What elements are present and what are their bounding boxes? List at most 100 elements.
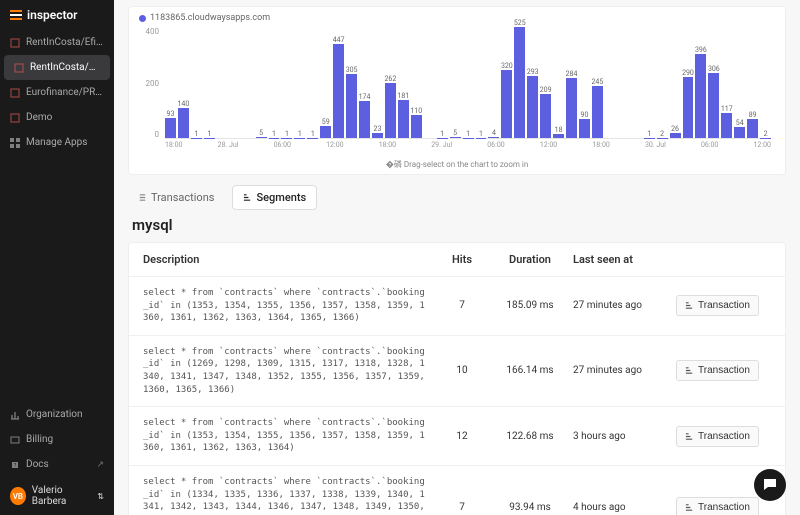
chart-bar[interactable]: 447 [333, 44, 344, 139]
tab-label: Segments [256, 191, 306, 204]
chart-legend[interactable]: 1183865.cloudwaysapps.com [139, 13, 775, 23]
x-tick: 30. Jul [645, 141, 666, 157]
sidebar-item-label: Organization [26, 409, 83, 420]
chart-bar[interactable]: 293 [527, 76, 538, 138]
bar-value-label: 59 [322, 118, 330, 126]
chart-hint: �磷 Drag-select on the chart to zoom in [139, 157, 775, 170]
bar-value-label: 396 [695, 46, 707, 54]
chart-bar[interactable]: 396 [695, 54, 706, 138]
tab-segments[interactable]: Segments [232, 185, 317, 210]
sidebar-item-app[interactable]: RentInCosta/Sorr… [4, 55, 110, 80]
x-tick: 06:00 [487, 141, 504, 157]
transaction-button[interactable]: Transaction [676, 497, 759, 515]
app-icon [10, 113, 20, 123]
bar-value-label: 1 [194, 130, 198, 138]
bar-value-label: 305 [346, 66, 358, 74]
sidebar-item-docs[interactable]: ? Docs ↗ [0, 452, 114, 477]
brand-label: inspector [27, 8, 77, 22]
bar-chart[interactable]: 4002000 93140115111159447305174232621811… [139, 27, 775, 157]
chart-plot-area[interactable]: 9314011511115944730517423262181110151143… [165, 27, 771, 139]
bar-value-label: 1 [298, 130, 302, 138]
user-menu[interactable]: VB Valerio Barbera ⇅ [0, 477, 114, 515]
bar-value-label: 1 [479, 130, 483, 138]
chart-bar[interactable]: 4 [488, 137, 499, 138]
chart-bar[interactable]: 90 [579, 119, 590, 138]
y-axis: 4002000 [139, 27, 163, 139]
sidebar-item-app[interactable]: RentInCosta/Efisio [0, 30, 114, 55]
transaction-button-label: Transaction [698, 502, 750, 513]
cell-description: select * from `contracts` where `contrac… [143, 346, 429, 396]
chart-bar[interactable]: 140 [178, 108, 189, 138]
user-name: Valerio Barbera [32, 485, 92, 507]
brand-logo[interactable]: inspector [0, 0, 114, 30]
cell-hits: 7 [437, 300, 487, 311]
sidebar-item-organization[interactable]: Organization [0, 402, 114, 427]
bar-value-label: 18 [555, 126, 563, 134]
chart-bar[interactable]: 262 [385, 83, 396, 138]
chart-bar[interactable]: 5 [256, 137, 267, 138]
bar-value-label: 93 [167, 110, 175, 118]
docs-icon: ? [10, 460, 20, 470]
tab-transactions[interactable]: Transactions [128, 186, 224, 209]
x-tick: 28. Jul [218, 141, 239, 157]
chart-bar[interactable]: 290 [683, 77, 694, 138]
sidebar-item-app[interactable]: Eurofinance/PROD [0, 80, 114, 105]
chart-bar[interactable]: 18 [553, 134, 564, 138]
sidebar-item-label: Billing [26, 434, 53, 445]
chart-bar[interactable]: 26 [670, 133, 681, 138]
sidebar-item-label: RentInCosta/Sorr… [30, 62, 100, 73]
bar-value-label: 290 [682, 69, 694, 77]
chart-bar[interactable]: 5 [450, 137, 461, 138]
segments-icon [685, 432, 694, 441]
chart-bar[interactable]: 209 [540, 94, 551, 138]
sidebar-item-app[interactable]: Demo [0, 105, 114, 130]
segments-icon [685, 366, 694, 375]
chart-bar[interactable]: 93 [165, 118, 176, 138]
col-description: Description [143, 253, 429, 266]
chart-bar[interactable]: 245 [592, 86, 603, 138]
sidebar-item-billing[interactable]: Billing [0, 427, 114, 452]
x-tick: 12:00 [326, 141, 343, 157]
x-tick: 06:00 [701, 141, 718, 157]
list-icon [138, 193, 147, 202]
cell-hits: 10 [437, 365, 487, 376]
chart-bar[interactable]: 525 [514, 27, 525, 138]
table-row: select * from `contracts` where `contrac… [129, 466, 785, 515]
chart-bar[interactable]: 54 [734, 127, 745, 138]
chart-card: 1183865.cloudwaysapps.com 4002000 931401… [128, 6, 786, 175]
y-tick: 0 [139, 130, 159, 139]
x-tick: 06:00 [274, 141, 291, 157]
chart-bar[interactable]: 59 [320, 126, 331, 138]
chart-bar[interactable]: 305 [346, 74, 357, 138]
chart-bar[interactable]: 117 [721, 113, 732, 138]
chart-bar[interactable]: 284 [566, 78, 577, 138]
cell-last-seen: 4 hours ago [573, 502, 668, 513]
app-icon [14, 63, 24, 73]
table-row: select * from `contracts` where `contrac… [129, 407, 785, 466]
cell-last-seen: 27 minutes ago [573, 300, 668, 311]
transaction-button[interactable]: Transaction [676, 360, 759, 381]
transaction-button[interactable]: Transaction [676, 426, 759, 447]
chart-bar[interactable]: 110 [411, 115, 422, 138]
sidebar-apps: RentInCosta/Efisio RentInCosta/Sorr… Eur… [0, 30, 114, 155]
sidebar-item-label: Demo [26, 112, 52, 123]
table-row: select * from `contracts` where `contrac… [129, 277, 785, 336]
x-tick: 18:00 [592, 141, 609, 157]
chart-bar[interactable]: 306 [708, 73, 719, 138]
chart-bar[interactable]: 320 [501, 70, 512, 138]
transaction-button-label: Transaction [698, 365, 750, 376]
col-duration: Duration [495, 253, 565, 266]
chat-icon [762, 477, 778, 493]
chat-fab[interactable] [754, 469, 786, 501]
chart-bar[interactable]: 174 [359, 101, 370, 138]
bar-value-label: 4 [492, 129, 496, 137]
bar-value-label: 293 [527, 68, 539, 76]
segments-icon [685, 301, 694, 310]
sidebar-item-manage-apps[interactable]: Manage Apps [0, 130, 114, 155]
cell-hits: 7 [437, 502, 487, 513]
chart-bar[interactable]: 89 [747, 119, 758, 138]
bar-value-label: 245 [592, 78, 604, 86]
chart-bar[interactable]: 181 [398, 100, 409, 138]
chart-bar[interactable]: 23 [372, 133, 383, 138]
transaction-button[interactable]: Transaction [676, 295, 759, 316]
